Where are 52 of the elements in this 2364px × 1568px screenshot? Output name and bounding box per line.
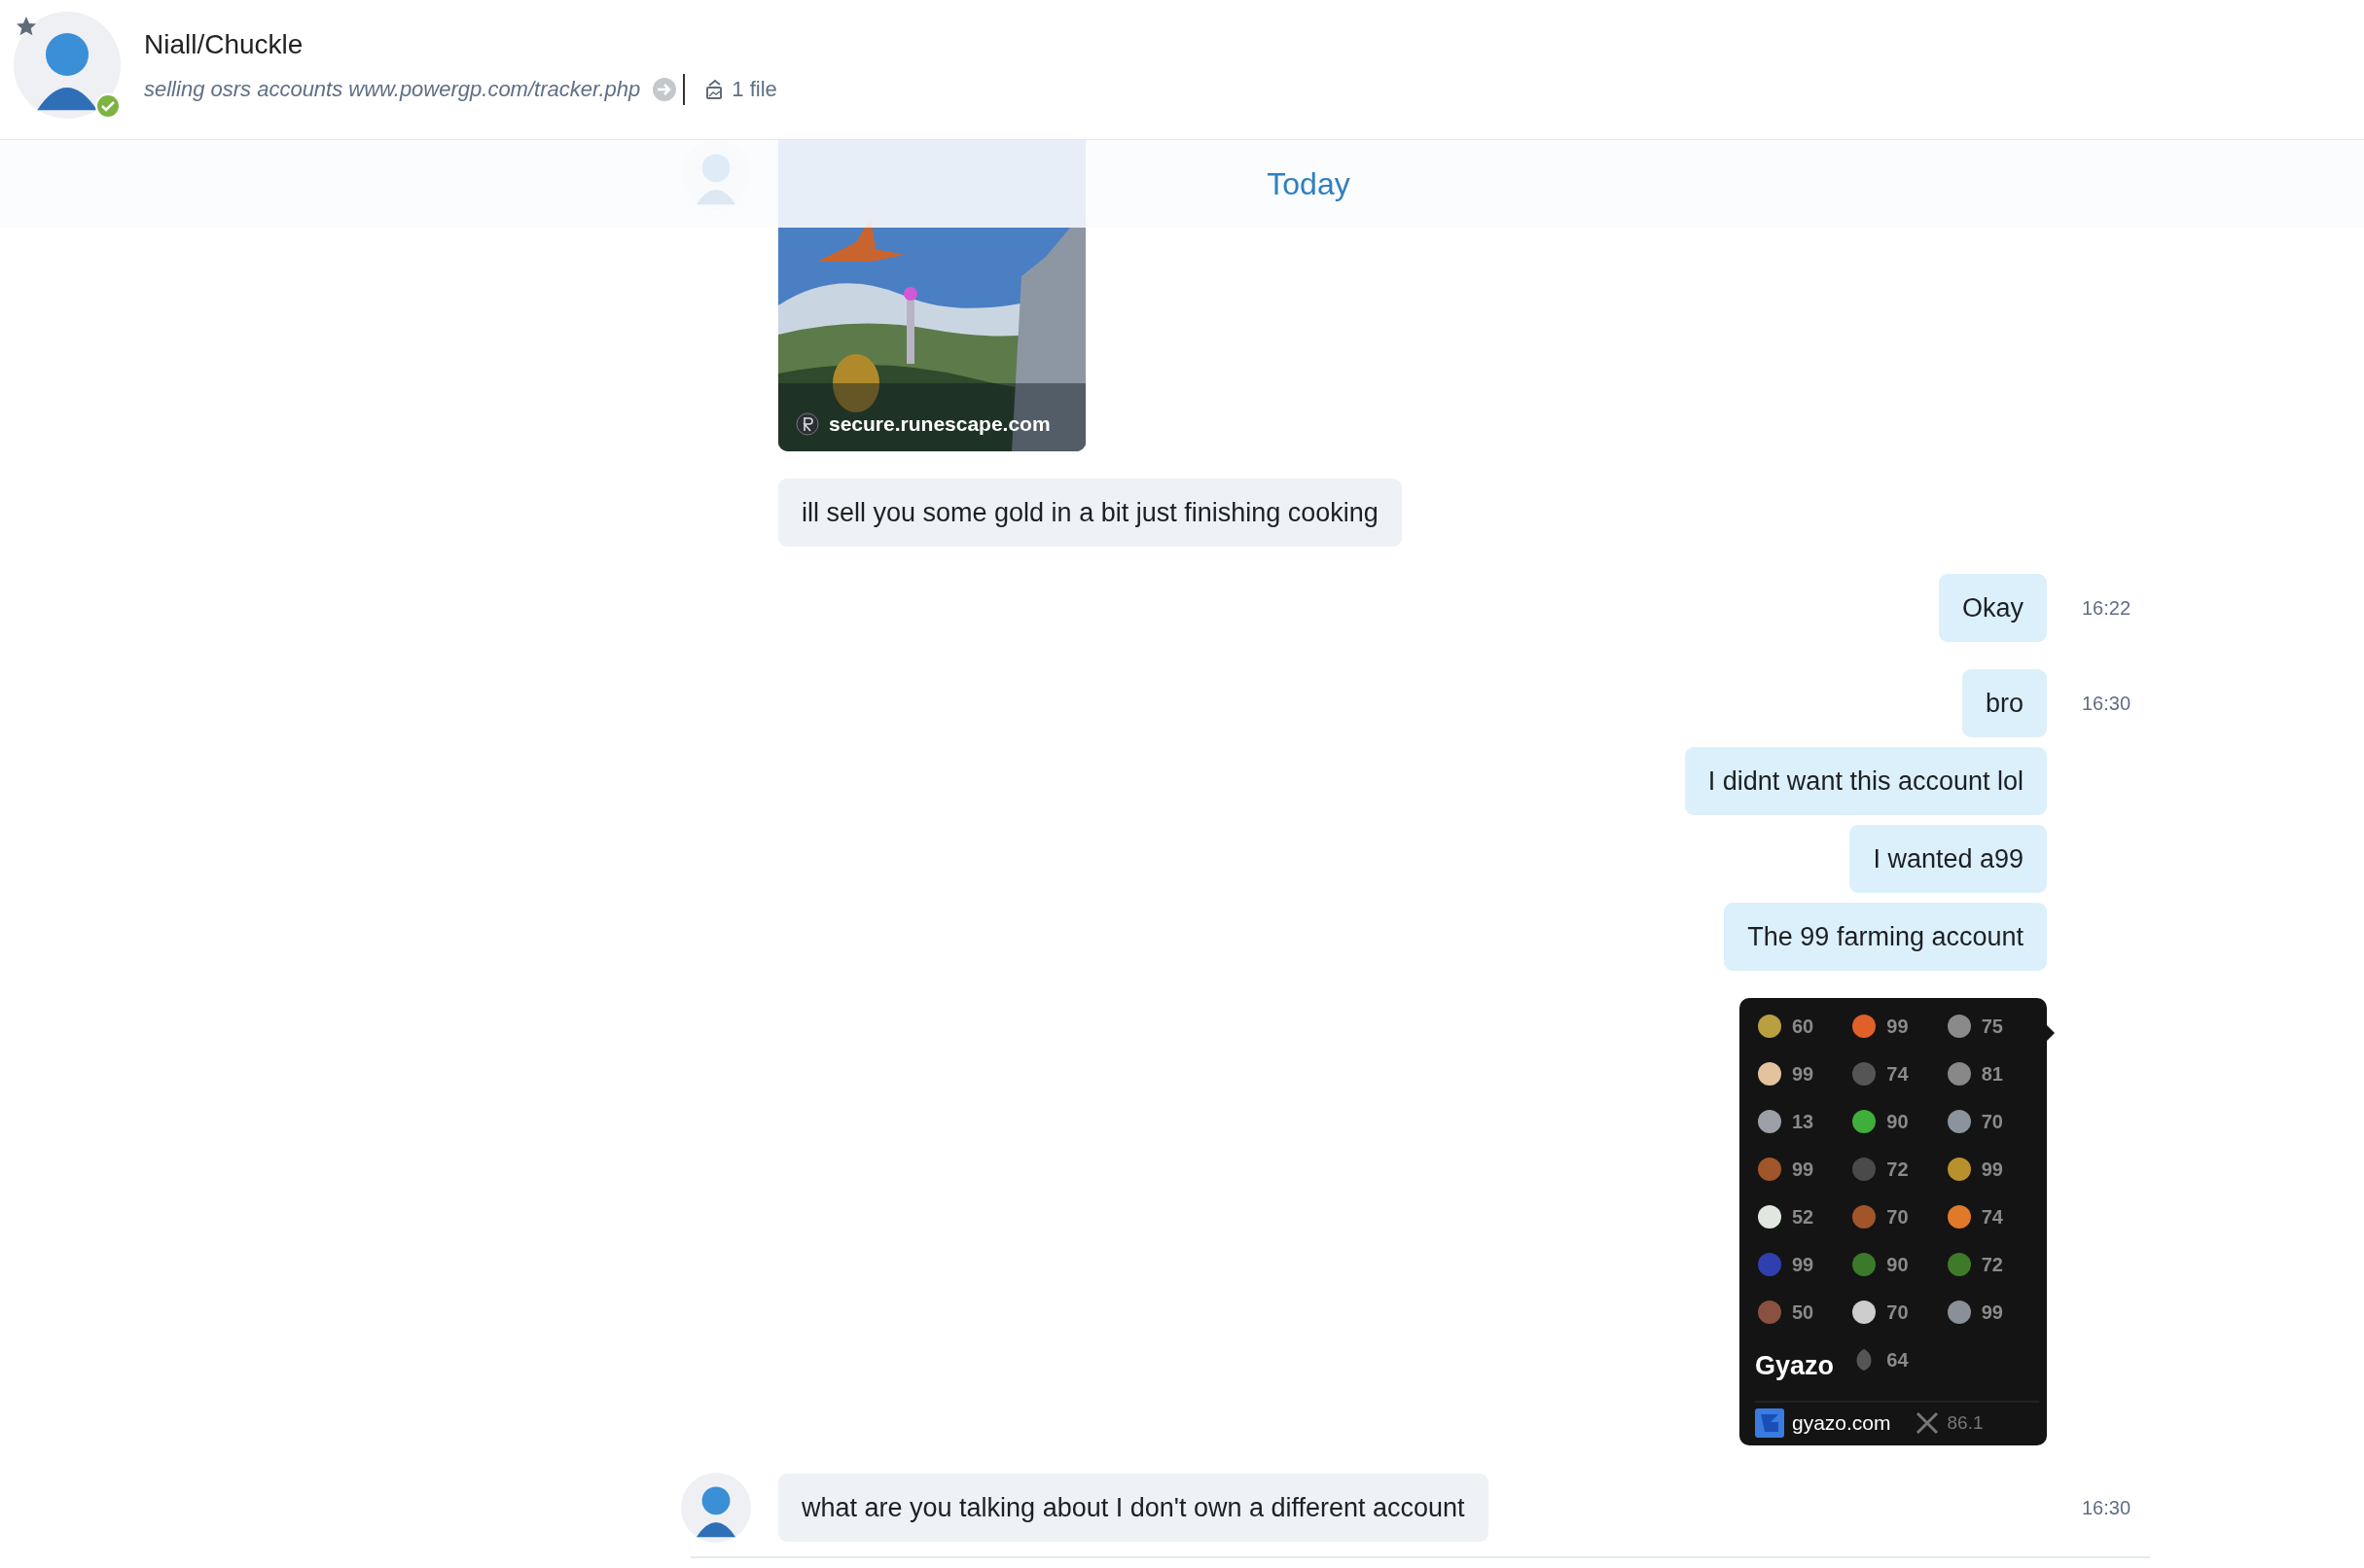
message-bubble: I wanted a99	[1849, 825, 2047, 893]
host-logo-icon	[1755, 1408, 1784, 1438]
skill-level: 75	[1981, 1015, 2003, 1038]
message-bubble: bro	[1961, 669, 2047, 737]
skill-level: 70	[1886, 1205, 1909, 1229]
skill-icon	[1755, 1107, 1784, 1136]
crossed-swords-icon	[1914, 1410, 1940, 1436]
image-file-icon	[704, 79, 725, 100]
message-time: 16:30	[2082, 1496, 2131, 1518]
message-bubble: what are you talking about I don't own a different account	[778, 1474, 1488, 1542]
skill-icon	[1755, 1298, 1784, 1327]
skill-level: 99	[1886, 1015, 1909, 1038]
skill-level: 52	[1792, 1205, 1814, 1229]
site-domain: secure.runescape.com	[829, 412, 1051, 436]
site-logo-icon	[796, 412, 819, 436]
skill-level: 70	[1981, 1110, 2003, 1133]
host-domain: gyazo.com	[1792, 1411, 1891, 1435]
skill-level: 99	[1981, 1301, 2003, 1324]
date-label: Today	[1267, 165, 1350, 202]
skill-level: 74	[1981, 1205, 2003, 1229]
message-bubble: The 99 farming account	[1724, 903, 2047, 971]
status-text: selling osrs accounts www.powergp.com/tracker.php	[144, 77, 641, 102]
skill-icon	[1755, 1250, 1784, 1279]
message-time: 16:22	[2082, 596, 2131, 619]
skill-level: 72	[1981, 1253, 2003, 1276]
contact-name: Niall/Chuckle	[144, 29, 304, 60]
skill-level: 90	[1886, 1110, 1909, 1133]
skill-level: 99	[1792, 1253, 1814, 1276]
skill-level: 99	[1792, 1158, 1814, 1181]
skill-level: 60	[1792, 1015, 1814, 1038]
skill-icon	[1755, 1059, 1784, 1088]
skill-level: 90	[1886, 1253, 1909, 1276]
skill-level: 99	[1981, 1158, 2003, 1181]
skill-level: 13	[1792, 1110, 1814, 1133]
stats-screenshot[interactable]: 60 99 75 99 74 81 13 90 70 99 72 99 52 70 74 99 90 72 50 70 99 Gyazo 64 gyazo.com 86.1	[1739, 998, 2047, 1445]
message-bubble: ill sell you some gold in a bit just finishing cooking	[778, 479, 1402, 547]
skill-icon	[1755, 1202, 1784, 1231]
skill-level: 64	[1886, 1348, 1909, 1372]
skill-level: 99	[1792, 1062, 1814, 1086]
message-time: 16:30	[2082, 692, 2131, 714]
skill-level: 74	[1886, 1062, 1909, 1086]
skill-icon	[1755, 1155, 1784, 1184]
skill-level: 50	[1792, 1301, 1814, 1324]
message-bubble: Okay	[1938, 574, 2047, 642]
skill-level: 81	[1981, 1062, 2003, 1086]
file-count[interactable]: 1 file	[732, 77, 777, 102]
skill-level: 70	[1886, 1301, 1909, 1324]
skill-icon	[1755, 1012, 1784, 1041]
combat-level: 86.1	[1947, 1412, 1984, 1434]
image-host-label: Gyazo	[1755, 1351, 1835, 1381]
skill-level: 72	[1886, 1158, 1909, 1181]
message-bubble: I didnt want this account lol	[1684, 747, 2047, 815]
